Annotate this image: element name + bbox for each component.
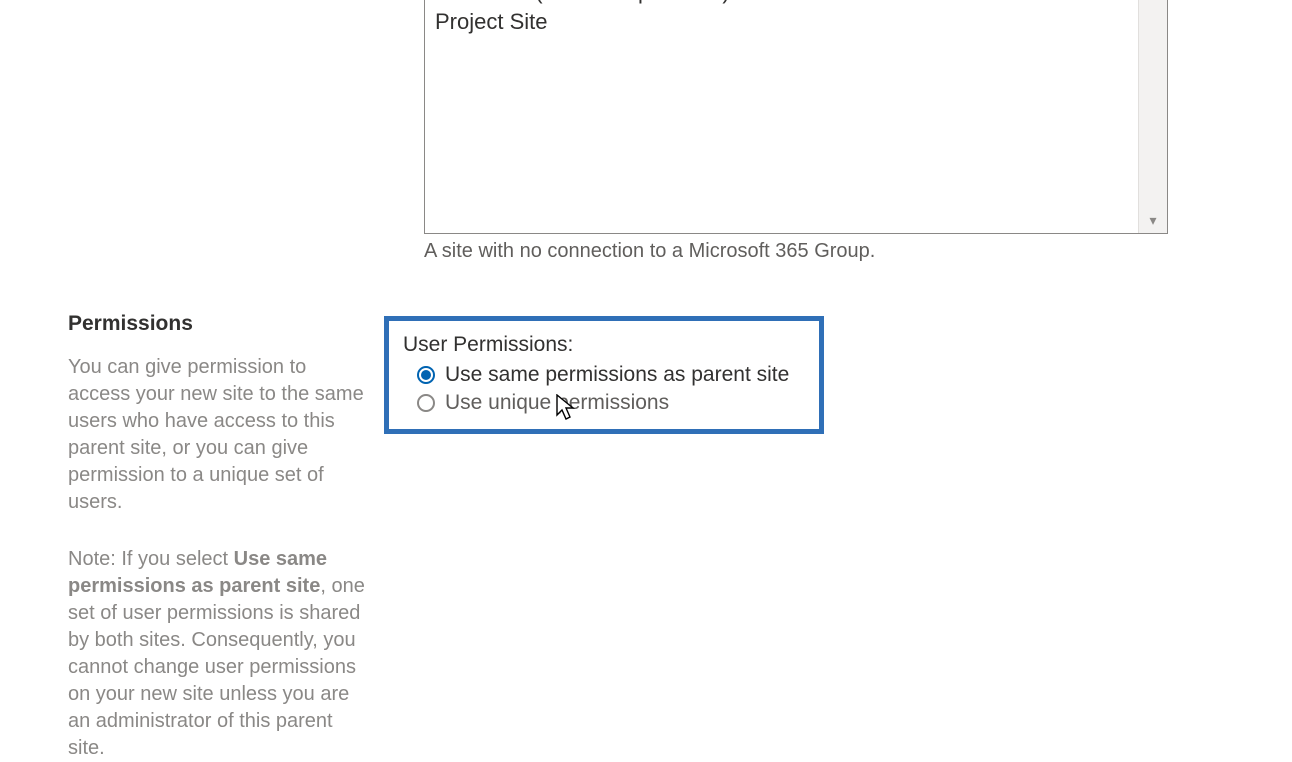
radio-label: Use unique permissions (445, 391, 669, 415)
template-caption: A site with no connection to a Microsoft… (424, 240, 875, 263)
radio-label: Use same permissions as parent site (445, 363, 789, 387)
permissions-note-tail: , one set of user permissions is shared … (68, 575, 365, 759)
template-listbox[interactable]: Team site (classic experience) Project S… (424, 0, 1168, 234)
template-listbox-items: Team site (classic experience) Project S… (425, 0, 1167, 37)
permissions-section: Permissions You can give permission to a… (68, 312, 368, 762)
user-permissions-group: User Permissions: Use same permissions a… (384, 316, 824, 434)
permissions-note: Note: If you select Use same permissions… (68, 546, 368, 762)
radio-icon (417, 394, 435, 412)
user-permissions-label: User Permissions: (403, 333, 805, 357)
template-item-project-site[interactable]: Project Site (435, 7, 1157, 37)
scroll-down-icon[interactable]: ▾ (1139, 209, 1167, 231)
template-item-team-site-classic[interactable]: Team site (classic experience) (435, 0, 1157, 7)
permissions-note-lead: Note: If you select (68, 548, 234, 570)
template-listbox-scrollbar[interactable]: ▾ (1138, 0, 1167, 233)
permissions-description: You can give permission to access your n… (68, 354, 368, 516)
radio-use-unique-permissions[interactable]: Use unique permissions (417, 391, 805, 415)
permissions-heading: Permissions (68, 312, 368, 336)
radio-use-same-permissions[interactable]: Use same permissions as parent site (417, 363, 805, 387)
radio-icon (417, 366, 435, 384)
